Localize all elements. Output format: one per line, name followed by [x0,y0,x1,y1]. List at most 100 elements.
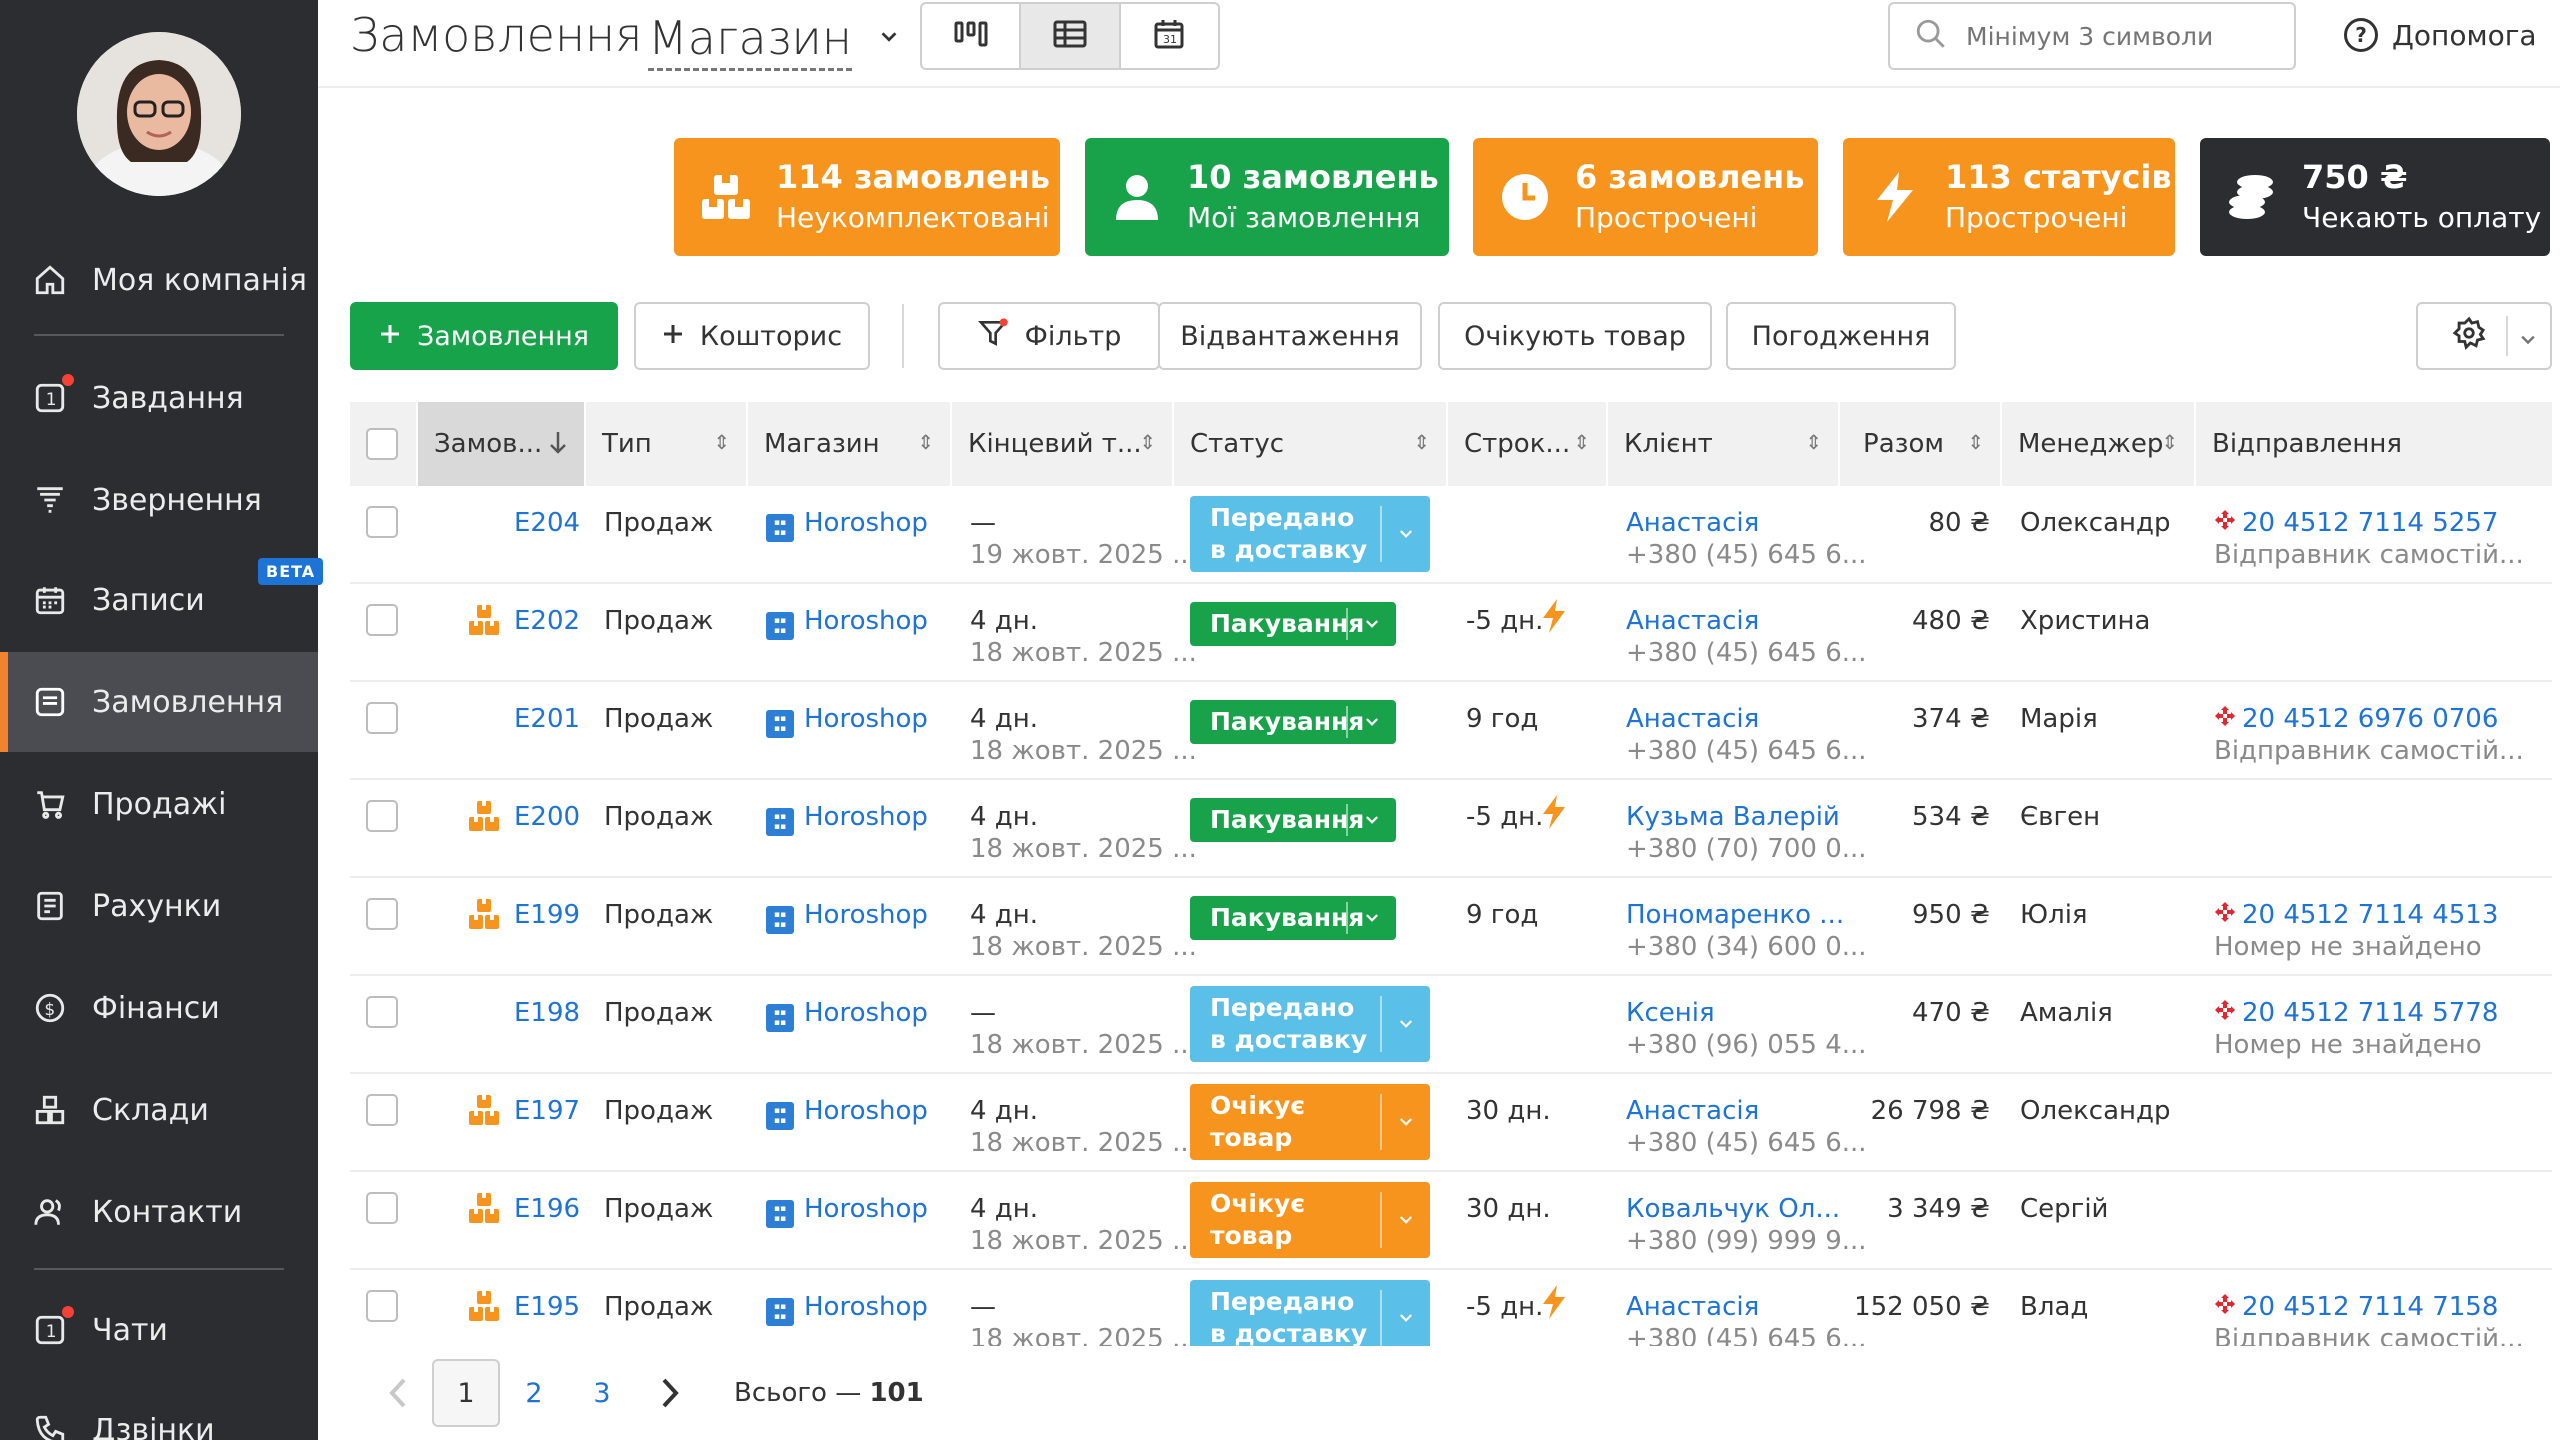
table-row[interactable]: E197 Продаж ▪▪ ▪▪ Horoshop 4 дн. 18 жовт. 2025… [350,1074,2552,1172]
kpi-card-overdue-orders[interactable]: 6 замовлень Прострочені [1473,138,1818,256]
sidebar-item-invoices[interactable]: Рахунки [0,856,318,956]
row-checkbox[interactable] [366,1094,398,1126]
row-checkbox[interactable] [366,1290,398,1322]
sidebar-item-my-company[interactable]: Моя компанія [0,230,318,330]
sidebar-item-sales[interactable]: Продажі [0,754,318,854]
add-estimate-button[interactable]: Кошторис [634,302,870,370]
page-button-3[interactable]: 3 [568,1359,636,1427]
order-number-link[interactable]: E197 [514,1096,580,1126]
table-row[interactable]: E198 Продаж ▪▪ ▪▪ Horoshop —18 жовт. 2025 ...… [350,976,2552,1074]
search-input[interactable] [1966,21,2266,51]
order-number-link[interactable]: E198 [514,998,580,1028]
store-selector[interactable]: Магазин [648,8,852,71]
status-dropdown[interactable]: Пакування [1190,700,1396,744]
prev-page-icon[interactable] [364,1359,432,1427]
awaiting-goods-button[interactable]: Очікують товар [1438,302,1712,370]
order-number-link[interactable]: E200 [514,802,580,832]
page-button-1[interactable]: 1 [432,1359,500,1427]
row-checkbox[interactable] [366,996,398,1028]
shop-link[interactable]: ▪▪ ▪▪ Horoshop [766,998,928,1032]
table-row[interactable]: E200 Продаж ▪▪ ▪▪ Horoshop 4 дн. 18 жовт. 2025… [350,780,2552,878]
shop-link[interactable]: ▪▪ ▪▪ Horoshop [766,704,928,738]
tracking-link[interactable]: 20 4512 7114 5778 [2214,998,2498,1028]
kpi-card-overdue-statuses[interactable]: 113 статусів Прострочені [1843,138,2175,256]
shop-link[interactable]: ▪▪ ▪▪ Horoshop [766,1194,928,1228]
sidebar-item-finance[interactable]: $ Фінанси [0,958,318,1058]
table-row[interactable]: E199 Продаж ▪▪ ▪▪ Horoshop 4 дн. 18 жовт. 2025… [350,878,2552,976]
page-button-2[interactable]: 2 [500,1359,568,1427]
row-checkbox[interactable] [366,506,398,538]
shop-link[interactable]: ▪▪ ▪▪ Horoshop [766,900,928,934]
status-dropdown[interactable]: Передано в доставку [1190,986,1430,1062]
filter-button[interactable]: Фільтр [938,302,1160,370]
sidebar-item-chats[interactable]: 1 Чати [0,1280,318,1380]
table-row[interactable]: E195 Продаж ▪▪ ▪▪ Horoshop —18 жовт. 2025 ...… [350,1270,2552,1346]
status-dropdown[interactable]: Пакування [1190,896,1396,940]
tracking-link[interactable]: 20 4512 7114 4513 [2214,900,2498,930]
row-checkbox[interactable] [366,702,398,734]
shop-link[interactable]: ▪▪ ▪▪ Horoshop [766,508,928,542]
status-dropdown[interactable]: Пакування [1190,602,1396,646]
table-row[interactable]: E196 Продаж ▪▪ ▪▪ Horoshop 4 дн. 18 жовт. 2025… [350,1172,2552,1270]
sidebar-item-calls[interactable]: Дзвінки [0,1380,318,1440]
client-link[interactable]: Анастасія [1626,1096,1759,1126]
kpi-card-my-orders[interactable]: 10 замовлень Мої замовлення [1085,138,1449,256]
order-number-link[interactable]: E201 [514,704,580,734]
order-number-link[interactable]: E199 [514,900,580,930]
table-row[interactable]: E204 Продаж ▪▪ ▪▪ Horoshop —19 жовт. 2025 ...… [350,486,2552,584]
add-order-button[interactable]: Замовлення [350,302,618,370]
client-link[interactable]: Анастасія [1626,704,1759,734]
sidebar-item-requests[interactable]: Звернення [0,450,318,550]
contacts-icon [30,1192,70,1232]
status-dropdown[interactable]: Очікує товар [1190,1182,1430,1258]
kpi-subtitle: Прострочені [1575,201,1758,234]
client-link[interactable]: Кузьма Валерій [1626,802,1840,832]
order-number-link[interactable]: E196 [514,1194,580,1224]
client-link[interactable]: Анастасія [1626,1292,1759,1322]
chevron-down-icon[interactable] [878,22,900,55]
kanban-view-button[interactable] [922,4,1022,68]
tracking-number: 20 4512 7114 4513 [2242,900,2499,930]
status-dropdown[interactable]: Пакування [1190,798,1396,842]
calendar-view-button[interactable]: 31 [1121,4,1218,68]
deadline: 30 дн. [1466,1194,1551,1224]
shop-link[interactable]: ▪▪ ▪▪ Horoshop [766,1096,928,1130]
table-settings-button[interactable] [2416,302,2552,370]
status-dropdown[interactable]: Очікує товар [1190,1084,1430,1160]
order-number-link[interactable]: E202 [514,606,580,636]
page-title: Замовлення [350,8,643,62]
sidebar-item-orders[interactable]: Замовлення [0,652,318,752]
status-dropdown[interactable]: Передано в доставку [1190,496,1430,572]
order-number-link[interactable]: E204 [514,508,580,538]
sidebar-item-warehouses[interactable]: Склади [0,1060,318,1160]
order-number-link[interactable]: E195 [514,1292,580,1322]
client-link[interactable]: Ковальчук Ол... [1626,1194,1840,1224]
approval-button[interactable]: Погодження [1726,302,1956,370]
tracking-link[interactable]: 20 4512 7114 5257 [2214,508,2498,538]
help-link[interactable]: ? Допомога [2344,18,2537,52]
shop-link[interactable]: ▪▪ ▪▪ Horoshop [766,802,928,836]
kpi-card-incomplete[interactable]: 114 замовлень Неукомплектовані [674,138,1060,256]
avatar[interactable] [77,32,241,196]
table-row[interactable]: E201 Продаж ▪▪ ▪▪ Horoshop 4 дн. 18 жовт. 2025… [350,682,2552,780]
client-link[interactable]: Анастасія [1626,508,1759,538]
status-dropdown[interactable]: Передано в доставку [1190,1280,1430,1346]
tracking-link[interactable]: 20 4512 7114 7158 [2214,1292,2498,1322]
sidebar-item-contacts[interactable]: Контакти [0,1162,318,1262]
shop-link[interactable]: ▪▪ ▪▪ Horoshop [766,606,928,640]
table-view-button[interactable] [1021,4,1121,68]
client-link[interactable]: Пономаренко ... [1626,900,1844,930]
row-checkbox[interactable] [366,604,398,636]
row-checkbox[interactable] [366,898,398,930]
shop-link[interactable]: ▪▪ ▪▪ Horoshop [766,1292,928,1326]
kpi-card-awaiting-payment[interactable]: 750 ₴ Чекають оплату [2200,138,2550,256]
client-link[interactable]: Анастасія [1626,606,1759,636]
row-checkbox[interactable] [366,800,398,832]
table-row[interactable]: E202 Продаж ▪▪ ▪▪ Horoshop 4 дн. 18 жовт. 2025… [350,584,2552,682]
client-link[interactable]: Ксенія [1626,998,1715,1028]
row-checkbox[interactable] [366,1192,398,1224]
tracking-link[interactable]: 20 4512 6976 0706 [2214,704,2498,734]
sidebar-item-tasks[interactable]: 1 Завдання [0,348,318,448]
next-page-icon[interactable] [636,1359,704,1427]
shipment-button[interactable]: Відвантаження [1158,302,1422,370]
